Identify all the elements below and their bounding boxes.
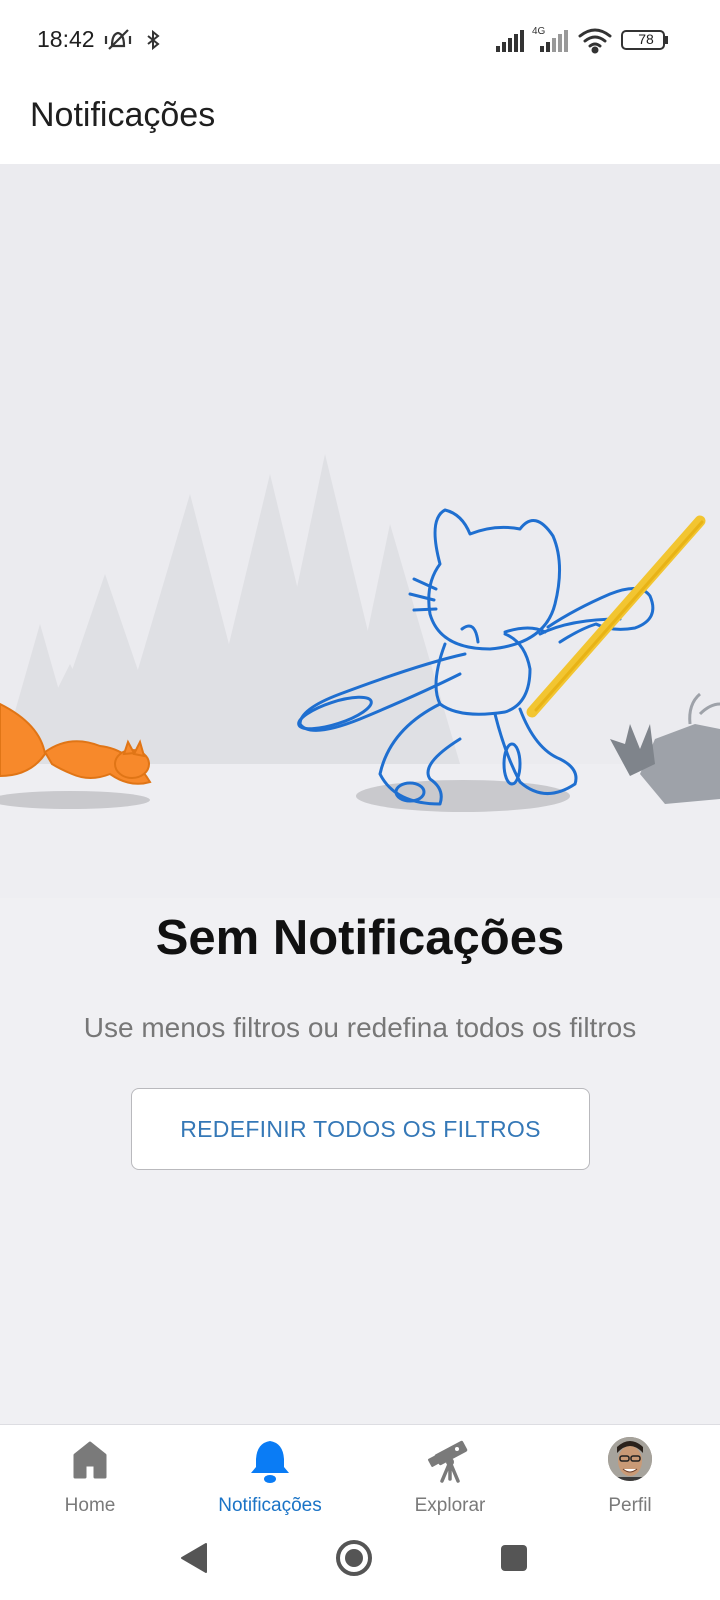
empty-state-title: Sem Notificações: [155, 911, 565, 965]
nav-item-profile[interactable]: Perfil: [540, 1425, 720, 1525]
status-bar: 18:42 4G 78: [0, 0, 720, 80]
status-left-icons: [104, 29, 160, 51]
bell-icon: [251, 1441, 289, 1483]
nav-label-explore: Explorar: [414, 1495, 486, 1516]
signal-icon: [496, 30, 524, 52]
empty-state-subtitle: Use menos filtros ou redefina todos os f…: [83, 1012, 637, 1043]
trees: [0, 454, 460, 764]
app-bar: Notificações: [0, 80, 720, 164]
nav-item-explore[interactable]: Explorar: [360, 1425, 540, 1525]
nav-label-home: Home: [64, 1495, 116, 1516]
muted-bell-icon: [104, 29, 132, 50]
home-button-icon[interactable]: [334, 1538, 374, 1578]
nav-item-home[interactable]: Home: [0, 1425, 180, 1525]
battery-level: 78: [638, 31, 654, 47]
back-icon[interactable]: [174, 1538, 214, 1578]
octocat-scene-illustration: [0, 454, 720, 898]
network-type: 4G: [532, 26, 546, 37]
ground: [0, 764, 720, 898]
wifi-icon: [578, 28, 612, 54]
nav-label-notifications: Notificações: [218, 1495, 322, 1516]
page-title: Notificações: [30, 96, 216, 134]
system-navigation-bar: [0, 1524, 720, 1600]
nav-label-profile: Perfil: [608, 1495, 652, 1516]
bottom-nav: Home Notificações Explorar Perfil: [0, 1424, 720, 1524]
nav-item-notifications[interactable]: Notificações: [180, 1425, 360, 1525]
empty-state-illustration: [0, 164, 720, 898]
home-icon: [73, 1441, 107, 1479]
recents-icon[interactable]: [494, 1538, 534, 1578]
bluetooth-icon: [147, 29, 160, 51]
reset-filters-button[interactable]: REDEFINIR TODOS OS FILTROS: [131, 1088, 590, 1170]
status-time: 18:42: [37, 26, 95, 52]
telescope-icon: [427, 1440, 468, 1483]
avatar: [608, 1437, 652, 1481]
